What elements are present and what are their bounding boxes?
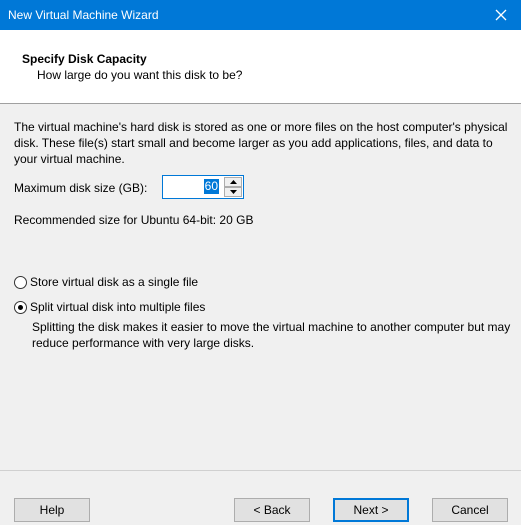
max-disk-size-label: Maximum disk size (GB):	[14, 181, 148, 195]
wizard-content: The virtual machine's hard disk is store…	[0, 105, 521, 465]
recommended-size-text: Recommended size for Ubuntu 64-bit: 20 G…	[14, 213, 254, 227]
close-icon	[495, 9, 507, 21]
cancel-button[interactable]: Cancel	[432, 498, 508, 522]
radio-single-file[interactable]: Store virtual disk as a single file	[14, 275, 198, 289]
arrow-down-icon	[229, 190, 237, 194]
radio-selected-dot	[18, 304, 23, 310]
radio-split-files-circle[interactable]	[14, 300, 27, 314]
next-button[interactable]: Next >	[333, 498, 409, 522]
arrow-up-icon	[229, 180, 237, 184]
page-title: Specify Disk Capacity	[22, 52, 147, 66]
spin-up-button[interactable]	[224, 177, 242, 187]
description-text: The virtual machine's hard disk is store…	[14, 120, 508, 166]
close-button[interactable]	[481, 0, 521, 30]
window-title: New Virtual Machine Wizard	[8, 8, 159, 22]
title-bar: New Virtual Machine Wizard	[0, 0, 521, 30]
spin-down-button[interactable]	[224, 187, 242, 197]
radio-split-files-label[interactable]: Split virtual disk into multiple files	[30, 300, 205, 314]
radio-split-files[interactable]: Split virtual disk into multiple files	[14, 300, 205, 314]
radio-single-file-label[interactable]: Store virtual disk as a single file	[30, 275, 198, 289]
help-button[interactable]: Help	[14, 498, 90, 522]
footer-divider	[0, 470, 521, 471]
split-note-text: Splitting the disk makes it easier to mo…	[32, 320, 511, 350]
wizard-header: Specify Disk Capacity How large do you w…	[0, 30, 521, 104]
page-subtitle: How large do you want this disk to be?	[37, 68, 243, 82]
max-disk-size-input[interactable]: 60	[203, 179, 219, 194]
back-button[interactable]: < Back	[234, 498, 310, 522]
radio-single-file-circle[interactable]	[14, 275, 27, 289]
max-disk-size-spinner[interactable]: 60	[162, 175, 244, 199]
